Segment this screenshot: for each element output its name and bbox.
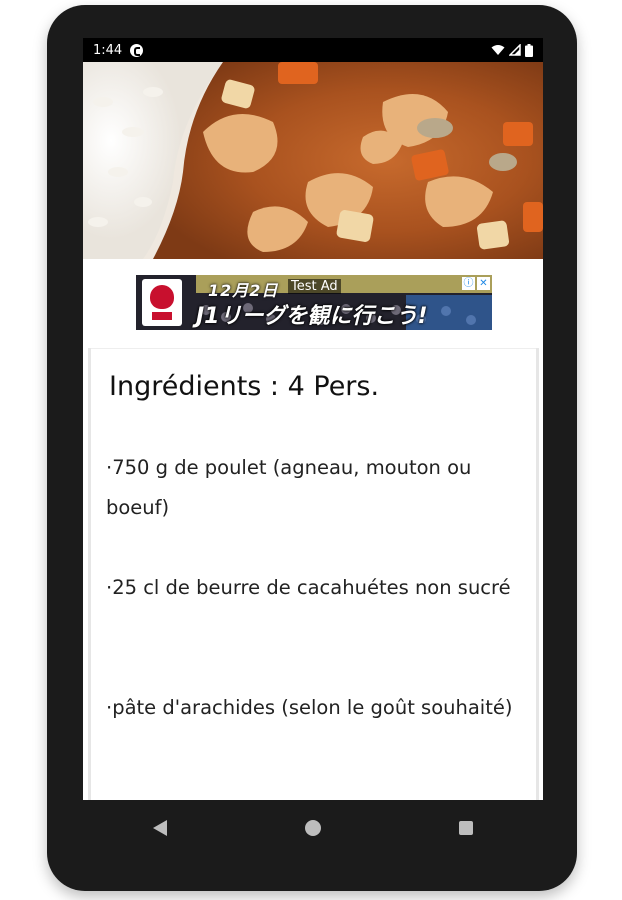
ad-choices[interactable]: ⓘ ✕ — [462, 277, 490, 290]
ad-close-icon[interactable]: ✕ — [477, 277, 490, 290]
ingredients-heading: Ingrédients : 4 Pers. — [109, 371, 380, 402]
navigation-bar — [83, 800, 543, 855]
ad-headline: J1リーグを観に行こう! — [196, 304, 428, 329]
ingredient-item: ·750 g de poulet (agneau, mouton ou boeu… — [106, 456, 472, 519]
recent-apps-icon[interactable] — [456, 818, 476, 838]
recipe-content-card: Ingrédients : 4 Pers. ·750 g de poulet (… — [88, 348, 539, 800]
status-time: 1:44 — [93, 42, 123, 58]
app-notification-icon — [130, 43, 144, 57]
app-screen: 1:44 12月2日 Test Ad J1リーグを観に行こう! ⓘ ✕ Ingr… — [83, 38, 543, 800]
battery-icon — [525, 43, 533, 57]
ingredient-item: ·25 cl de beurre de cacahuétes non sucré — [106, 576, 511, 599]
back-icon[interactable] — [150, 818, 170, 838]
test-ad-label: Test Ad — [288, 279, 341, 294]
status-indicators — [491, 43, 533, 57]
home-icon[interactable] — [303, 818, 323, 838]
recipe-hero-image — [83, 62, 543, 259]
food-photo — [83, 62, 543, 259]
wifi-icon — [491, 45, 505, 55]
status-bar: 1:44 — [83, 38, 543, 62]
cellular-signal-icon — [509, 44, 521, 56]
ad-league-logo — [142, 279, 182, 326]
banner-ad[interactable]: 12月2日 Test Ad J1リーグを観に行こう! ⓘ ✕ — [136, 275, 492, 330]
ad-info-icon[interactable]: ⓘ — [462, 277, 475, 290]
ingredient-item: ·pâte d'arachides (selon le goût souhait… — [106, 696, 513, 719]
